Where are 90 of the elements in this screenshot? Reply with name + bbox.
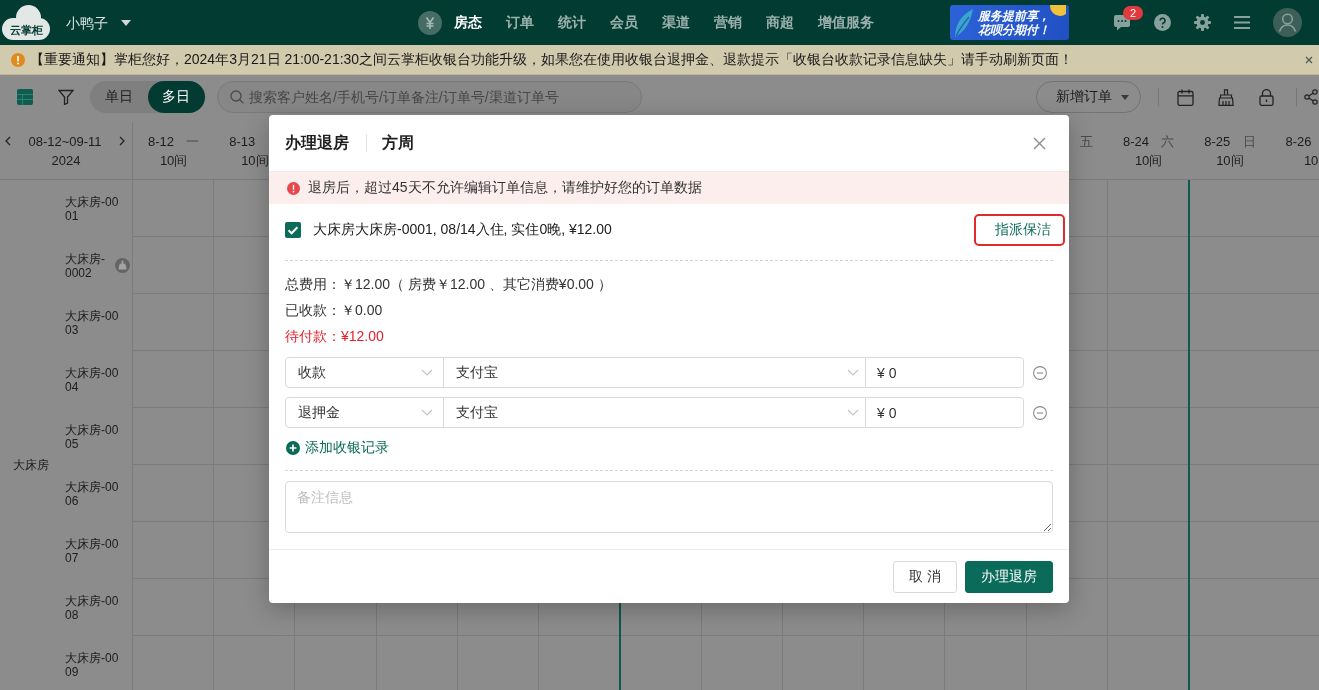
remove-icon[interactable]: [1033, 405, 1047, 420]
room-name: 大床房-0002: [65, 251, 106, 280]
share-icon[interactable]: [1304, 89, 1318, 105]
banner-text: 花呗分期付！: [978, 22, 1050, 37]
plus-icon: [286, 441, 300, 455]
room-count: 10间: [1134, 151, 1163, 170]
remove-icon[interactable]: [1033, 365, 1047, 380]
chevron-down-icon: [421, 409, 433, 416]
year-label: 2024: [51, 151, 81, 170]
settings-icon[interactable]: [1194, 14, 1211, 31]
payment-method-select[interactable]: 支付宝: [443, 357, 866, 388]
warning-icon: [11, 52, 25, 67]
stay-summary: 大床房大床房-0001, 08/14入住, 实住0晚, ¥12.00: [313, 221, 612, 239]
add-payment-link[interactable]: 添加收银记录: [285, 438, 389, 458]
chevron-down-icon: [847, 409, 859, 416]
date-label: 8-12: [148, 132, 175, 151]
banner-text: 服务提前享，: [978, 8, 1050, 23]
error-icon: [287, 181, 300, 195]
weekday-label: 五: [1080, 132, 1093, 151]
amount-field[interactable]: ¥ 0: [865, 397, 1024, 428]
room-count: 10间: [159, 151, 188, 170]
payment-method-select[interactable]: 支付宝: [443, 397, 866, 428]
lock-icon[interactable]: [1259, 88, 1274, 106]
message-icon[interactable]: [1113, 14, 1131, 31]
room-name: 大床房-0004: [65, 365, 120, 394]
nav-tab[interactable]: 统计: [546, 0, 598, 45]
notification-badge: 2: [1123, 6, 1143, 20]
notice-text: 【重要通知】掌柜您好，2024年3月21日 21:00-21:30之间云掌柜收银台功能升级，如果您在使用收银台退押金、退款提示「收银台收款记录信息缺失」请手动刷新页面！: [30, 50, 1074, 69]
payment-type-select[interactable]: 退押金: [285, 397, 444, 428]
amount-due: 待付款：¥12.00: [285, 327, 384, 346]
view-mode-tab[interactable]: 多日: [147, 81, 205, 113]
fee-summary: 总费用：￥12.00（ 房费￥12.00 、其它消费¥0.00 ）: [285, 275, 612, 294]
calendar-icon[interactable]: [1177, 88, 1194, 106]
payment-type-select[interactable]: 收款: [285, 357, 444, 388]
room-type-label: 大床房: [13, 456, 49, 474]
room-name: 大床房-0006: [65, 479, 120, 508]
fee-summary: 已收款：￥0.00: [285, 301, 383, 320]
search-icon: [230, 90, 244, 104]
room-name: 大床房-0007: [65, 536, 120, 565]
caret-down-icon: [121, 19, 131, 26]
checkout-button[interactable]: 办理退房: [965, 561, 1053, 593]
view-mode-tab[interactable]: 单日: [90, 81, 148, 113]
close-icon[interactable]: [1305, 55, 1313, 64]
dialog-title: 办理退房: [285, 133, 349, 153]
alert-text: 退房后，超过45天不允许编辑订单信息，请维护好您的订单数据: [308, 179, 702, 197]
date-range: 08-12~09-11: [28, 132, 102, 151]
room-name: 大床房-0001: [65, 194, 120, 223]
nav-tab[interactable]: 订单: [494, 0, 546, 45]
room-name: 大床房-0003: [65, 308, 120, 337]
guest-name: 方周: [382, 133, 414, 153]
chevron-left-icon[interactable]: [5, 136, 11, 146]
amount-field[interactable]: ¥ 0: [865, 357, 1024, 388]
chevron-down-icon: [847, 369, 859, 376]
checkbox[interactable]: [285, 222, 301, 238]
nav-tab[interactable]: 渠道: [650, 0, 702, 45]
weekday-label: 日: [1242, 132, 1256, 151]
date-label: 8-25: [1204, 132, 1231, 151]
nav-tab[interactable]: 商超: [754, 0, 806, 45]
nav-tab[interactable]: 增值服务: [806, 0, 886, 45]
room-name: 大床房-0009: [65, 650, 120, 679]
logo: 云掌柜: [2, 5, 50, 40]
assign-cleaning-button[interactable]: 指派保洁: [974, 214, 1065, 246]
chevron-down-icon: [421, 369, 433, 376]
room-name: 大床房-0005: [65, 422, 120, 451]
weekday-label: 六: [1161, 132, 1175, 151]
nav-tab[interactable]: 会员: [598, 0, 650, 45]
nav-tab[interactable]: 营销: [702, 0, 754, 45]
help-icon[interactable]: [1154, 14, 1171, 31]
date-label: 8-24: [1123, 132, 1150, 151]
date-label: 8-13: [229, 132, 256, 151]
promo-banner[interactable]: 服务提前享， 花呗分期付！: [950, 5, 1069, 40]
chevron-right-icon[interactable]: [119, 136, 125, 146]
remark-field[interactable]: 备注信息: [285, 481, 1053, 533]
leaf-icon: [954, 7, 974, 38]
avatar-icon[interactable]: [1273, 8, 1302, 37]
date-label: 8-26: [1285, 132, 1312, 151]
menu-icon[interactable]: [1234, 16, 1250, 29]
room-count: 10间: [1216, 151, 1244, 170]
cancel-button[interactable]: 取 消: [893, 561, 957, 593]
filter-icon[interactable]: [58, 89, 74, 105]
search-field[interactable]: 搜索客户姓名/手机号/订单备注/订单号/渠道订单号: [217, 81, 642, 113]
yen-icon[interactable]: [418, 10, 442, 35]
nav-tab[interactable]: 房态: [442, 0, 494, 45]
room-name: 大床房-0008: [65, 593, 120, 622]
caret-down-icon: [1121, 94, 1129, 100]
close-icon[interactable]: [1033, 136, 1046, 150]
room-count: 10间: [241, 151, 269, 170]
hotel-switcher[interactable]: 小鸭子: [66, 12, 131, 33]
room-count: 10: [1303, 151, 1319, 170]
broom-icon[interactable]: [1218, 88, 1234, 106]
